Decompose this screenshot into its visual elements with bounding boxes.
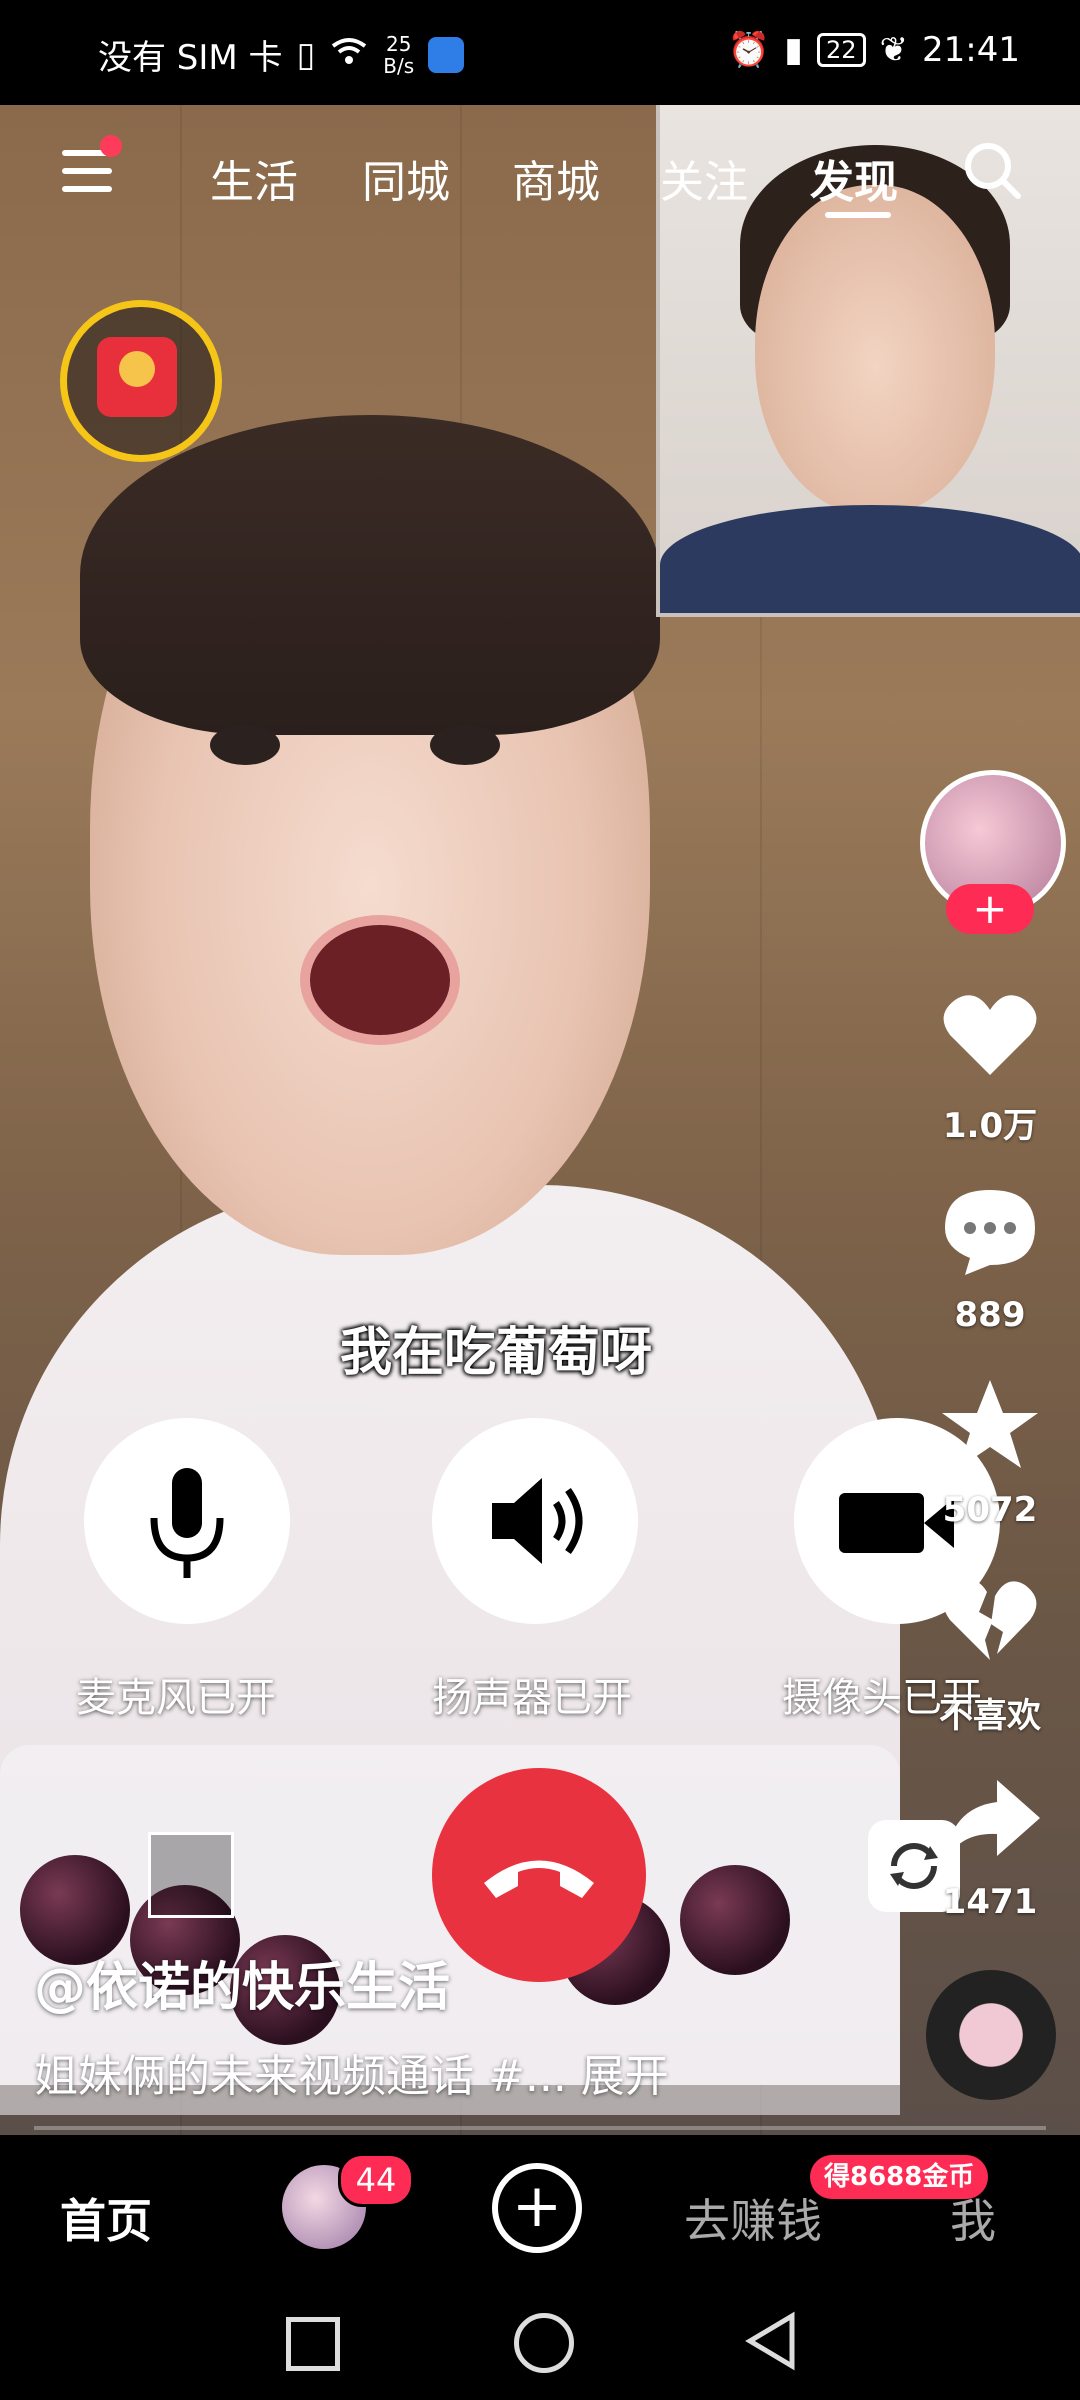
follow-button[interactable]: + — [946, 884, 1034, 934]
status-left: 没有 SIM 卡 ▯ 25 B/s — [98, 30, 465, 79]
system-nav-bar — [0, 2285, 1080, 2400]
speaker-button[interactable] — [432, 1418, 638, 1624]
red-envelope-button[interactable] — [60, 300, 222, 462]
tab-discover[interactable]: 发现 — [810, 146, 898, 210]
dislike-icon[interactable] — [935, 1570, 1045, 1670]
video-description[interactable]: 姐妹俩的未来视频通话 #... 展开 — [34, 2040, 669, 2104]
home-icon[interactable] — [514, 2313, 574, 2373]
dislike-label: 不喜欢 — [939, 1696, 1041, 1736]
share-count: 1471 — [942, 1882, 1038, 1922]
video-caption: 我在吃葡萄呀 — [340, 1323, 653, 1383]
battery-icon: 22 — [816, 33, 866, 67]
sim-alert-icon: ▯ — [296, 34, 316, 75]
like-count: 1.0万 — [942, 1106, 1038, 1146]
message-badge: 44 — [338, 2153, 414, 2207]
browser-app-icon — [428, 36, 465, 73]
search-icon[interactable] — [962, 140, 1022, 200]
author-username[interactable]: @依诺的快乐生活 — [34, 1945, 450, 2020]
video-subject-eye — [430, 725, 500, 765]
bottom-tab-bar: 首页 44 + 去赚钱 得8688金币 我 — [0, 2135, 1080, 2285]
wifi-icon — [329, 35, 369, 75]
tab-home[interactable]: 首页 — [60, 2185, 152, 2251]
carrier-text: 没有 SIM 卡 — [98, 38, 283, 78]
like-icon[interactable] — [935, 985, 1045, 1085]
microphone-icon — [150, 1468, 224, 1578]
speaker-icon — [492, 1478, 583, 1564]
video-subject-eye — [210, 725, 280, 765]
tab-me[interactable]: 我 — [950, 2185, 996, 2251]
create-button[interactable]: + — [492, 2163, 582, 2253]
net-speed: 25 B/s — [383, 33, 414, 77]
status-bar: 没有 SIM 卡 ▯ 25 B/s ⏰ ▮ 22 ❦ 21:41 — [0, 0, 1080, 105]
mic-label: 麦克风已开 — [76, 1675, 276, 1721]
comment-count: 889 — [954, 1295, 1026, 1335]
recent-apps-icon[interactable] — [286, 2317, 340, 2371]
video-subject-mouth — [300, 915, 460, 1045]
net-speed-value: 25 — [386, 31, 412, 56]
tab-following[interactable]: 关注 — [660, 146, 748, 210]
favorite-icon[interactable] — [935, 1375, 1045, 1475]
net-speed-unit: B/s — [383, 53, 415, 78]
speaker-label: 扬声器已开 — [432, 1675, 632, 1721]
leaf-icon: ❦ — [879, 30, 909, 70]
grape — [680, 1865, 790, 1975]
top-nav: 生活 同城 商城 关注 发现 — [0, 130, 1080, 210]
alarm-icon: ⏰ — [727, 30, 771, 70]
phone-hangup-icon — [484, 1860, 594, 1898]
active-tab-indicator — [825, 212, 891, 218]
video-progress-bar[interactable] — [34, 2126, 1046, 2130]
tab-earn[interactable]: 去赚钱 — [684, 2185, 822, 2251]
video-subject-hair — [80, 415, 660, 735]
coin-icon — [119, 351, 155, 387]
clock: 21:41 — [922, 30, 1020, 70]
vibrate-icon: ▮ — [784, 30, 803, 70]
tab-local[interactable]: 同城 — [362, 146, 450, 210]
back-icon[interactable] — [744, 2311, 798, 2375]
mic-button[interactable] — [84, 1418, 290, 1624]
tab-mall[interactable]: 商城 — [512, 146, 600, 210]
pip-body — [660, 505, 1080, 613]
share-icon[interactable] — [935, 1770, 1045, 1870]
music-disc-icon[interactable] — [926, 1970, 1056, 2100]
status-right: ⏰ ▮ 22 ❦ 21:41 — [728, 30, 1020, 70]
pip-face — [755, 185, 995, 515]
hang-up-button[interactable] — [432, 1768, 646, 1982]
favorite-count: 5072 — [942, 1490, 1038, 1530]
blur-background-icon[interactable] — [148, 1832, 234, 1918]
comment-icon[interactable] — [935, 1180, 1045, 1280]
tab-life[interactable]: 生活 — [210, 146, 298, 210]
